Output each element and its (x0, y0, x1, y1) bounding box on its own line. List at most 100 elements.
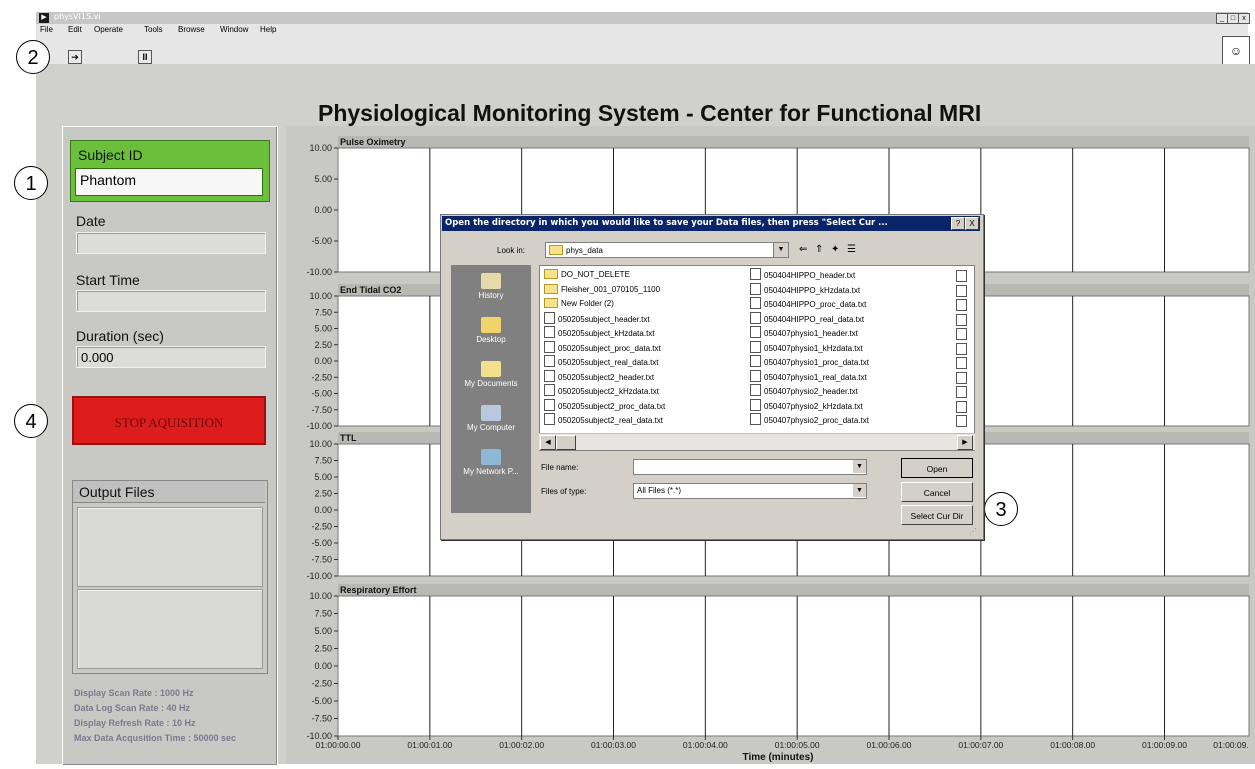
computer-icon (481, 405, 501, 421)
file-icon (750, 355, 761, 367)
select-cur-dir-button[interactable]: Select Cur Dir (901, 505, 973, 525)
open-button[interactable]: Open (901, 458, 973, 478)
menu-edit[interactable]: Edit (68, 25, 82, 34)
subject-id-input[interactable]: Phantom (75, 168, 263, 196)
file-list-item[interactable]: 050407physio1_real_data.txt (750, 369, 867, 384)
help-button[interactable]: ? (951, 217, 965, 230)
folder-icon (544, 298, 558, 308)
files-of-type-select[interactable]: All Files (*.*) (633, 483, 867, 499)
file-icon (544, 384, 555, 396)
file-list-item[interactable]: 050404HIPPO_header.txt (750, 268, 855, 282)
date-field (76, 232, 266, 254)
chevron-down-icon[interactable]: ▼ (853, 484, 866, 497)
file-list-item[interactable]: New Folder (2) (544, 297, 614, 311)
network-icon (481, 449, 501, 465)
file-list-item[interactable]: 050407physio1_kHzdata.txt (750, 340, 863, 355)
file-list-item[interactable]: Fleisher_001_070105_1100 (544, 283, 660, 297)
close-button[interactable]: x (1238, 13, 1250, 24)
menu-browse[interactable]: Browse (178, 25, 205, 34)
y-tick-label: -5.00 (311, 696, 332, 706)
output-files-header: Output Files (73, 481, 265, 503)
file-list-item[interactable]: 050404HIPPO_kHzdata.txt (750, 282, 861, 297)
menu-tools[interactable]: Tools (144, 25, 163, 34)
output-file-slot[interactable] (77, 589, 263, 669)
place-desktop[interactable]: Desktop (451, 317, 531, 344)
callout-4: 4 (14, 404, 48, 438)
file-list-item[interactable]: 050407physio2_proc_data.txt (750, 413, 869, 427)
y-tick-label: 7.50 (314, 456, 332, 466)
scroll-left-icon[interactable]: ◀ (540, 435, 556, 450)
max-acquisition-time: Max Data Acqusition Time : 50000 sec (74, 733, 237, 743)
cancel-button[interactable]: Cancel (901, 482, 973, 502)
y-tick-label: -2.50 (311, 372, 332, 382)
file-name: 050205subject2_header.txt (558, 372, 655, 382)
y-tick-label: 10.00 (309, 439, 332, 449)
file-list-item[interactable]: 050407physio2_kHzdata.txt (750, 398, 863, 413)
resize-grip-icon[interactable]: ⋰ (969, 527, 977, 536)
file-name: 050404HIPPO_kHzdata.txt (764, 285, 861, 295)
file-list-item[interactable]: 050205subject2_kHzdata.txt (544, 384, 659, 398)
x-tick-label: 01:00:01.00 (407, 740, 452, 750)
file-list-item[interactable]: 050205subject_real_data.txt (544, 355, 659, 369)
scroll-right-icon[interactable]: ▶ (957, 435, 973, 450)
file-icon (750, 268, 761, 280)
file-list-item[interactable]: 050205subject_kHzdata.txt (544, 326, 655, 340)
duration-label: Duration (sec) (76, 328, 164, 344)
chart-title-strip (338, 584, 1249, 596)
file-icon (750, 340, 761, 353)
file-list-item[interactable]: DO_NOT_DELETE (544, 268, 630, 282)
callout-1: 1 (14, 166, 48, 200)
output-file-slot[interactable] (77, 507, 263, 587)
folder-icon (544, 283, 558, 294)
file-name: 050407physio1_real_data.txt (764, 372, 867, 382)
file-list-item[interactable]: 050407physio1_header.txt (750, 326, 858, 340)
file-list-item[interactable]: 050404HIPPO_proc_data.txt (750, 297, 866, 311)
documents-icon (481, 361, 501, 377)
y-tick-label: 5.00 (314, 626, 332, 636)
place-my-computer[interactable]: My Computer (451, 405, 531, 432)
history-icon (481, 273, 501, 289)
menu-operate[interactable]: Operate (94, 25, 123, 34)
new-folder-icon[interactable]: ✦ (831, 244, 839, 255)
dialog-close-button[interactable]: X (965, 217, 979, 230)
view-menu-icon[interactable]: ☰ (847, 244, 856, 255)
file-name: New Folder (2) (561, 299, 614, 308)
file-name: 050205subject_header.txt (558, 314, 650, 324)
scroll-thumb[interactable] (556, 435, 576, 450)
file-name: 050205subject_kHzdata.txt (558, 329, 655, 338)
file-list-item[interactable]: 050205subject_proc_data.txt (544, 340, 661, 355)
chevron-down-icon[interactable]: ▼ (853, 460, 866, 473)
file-list-item[interactable]: 050205subject_header.txt (544, 311, 650, 326)
chevron-down-icon[interactable]: ▼ (773, 243, 788, 257)
back-icon[interactable]: ⇐ (799, 244, 807, 255)
file-icon (750, 369, 761, 382)
run-arrow-icon[interactable]: ➔ (68, 50, 82, 64)
file-name-input[interactable] (633, 459, 867, 475)
file-list-item[interactable]: 050205subject2_header.txt (544, 369, 655, 384)
x-axis-label: Time (minutes) (743, 752, 814, 763)
file-list-item[interactable]: 050404HIPPO_real_data.txt (750, 311, 864, 326)
up-folder-icon[interactable]: ⇑ (815, 244, 823, 255)
file-list-item[interactable]: 050205subject2_real_data.txt (544, 413, 663, 427)
place-my-network[interactable]: My Network P... (451, 449, 531, 476)
file-list-item[interactable]: 050407physio2_header.txt (750, 384, 858, 398)
labview-face-icon: ☺ (1222, 36, 1250, 66)
display-refresh-rate: Display Refresh Rate : 10 Hz (74, 718, 196, 728)
pause-icon[interactable]: II (138, 50, 152, 64)
stop-acquisition-button[interactable]: STOP AQUISITION (72, 396, 266, 445)
file-list-item[interactable]: 050205subject2_proc_data.txt (544, 398, 665, 413)
y-tick-label: -2.50 (311, 679, 332, 689)
callout-3: 3 (984, 492, 1018, 526)
file-list-item[interactable]: 050407physio1_proc_data.txt (750, 355, 869, 369)
horizontal-scrollbar[interactable]: ◀ ▶ (539, 433, 975, 450)
menu-window[interactable]: Window (220, 25, 248, 34)
place-history[interactable]: History (451, 273, 531, 300)
y-tick-label: 5.00 (314, 324, 332, 334)
window-title: physVI1S.vi (54, 12, 101, 21)
look-in-dropdown[interactable]: phys_data ▼ (545, 242, 789, 258)
file-icon (544, 355, 555, 367)
place-my-documents[interactable]: My Documents (451, 361, 531, 388)
file-name: 050404HIPPO_header.txt (764, 271, 856, 280)
menu-file[interactable]: File (40, 25, 53, 34)
menu-help[interactable]: Help (260, 25, 276, 34)
